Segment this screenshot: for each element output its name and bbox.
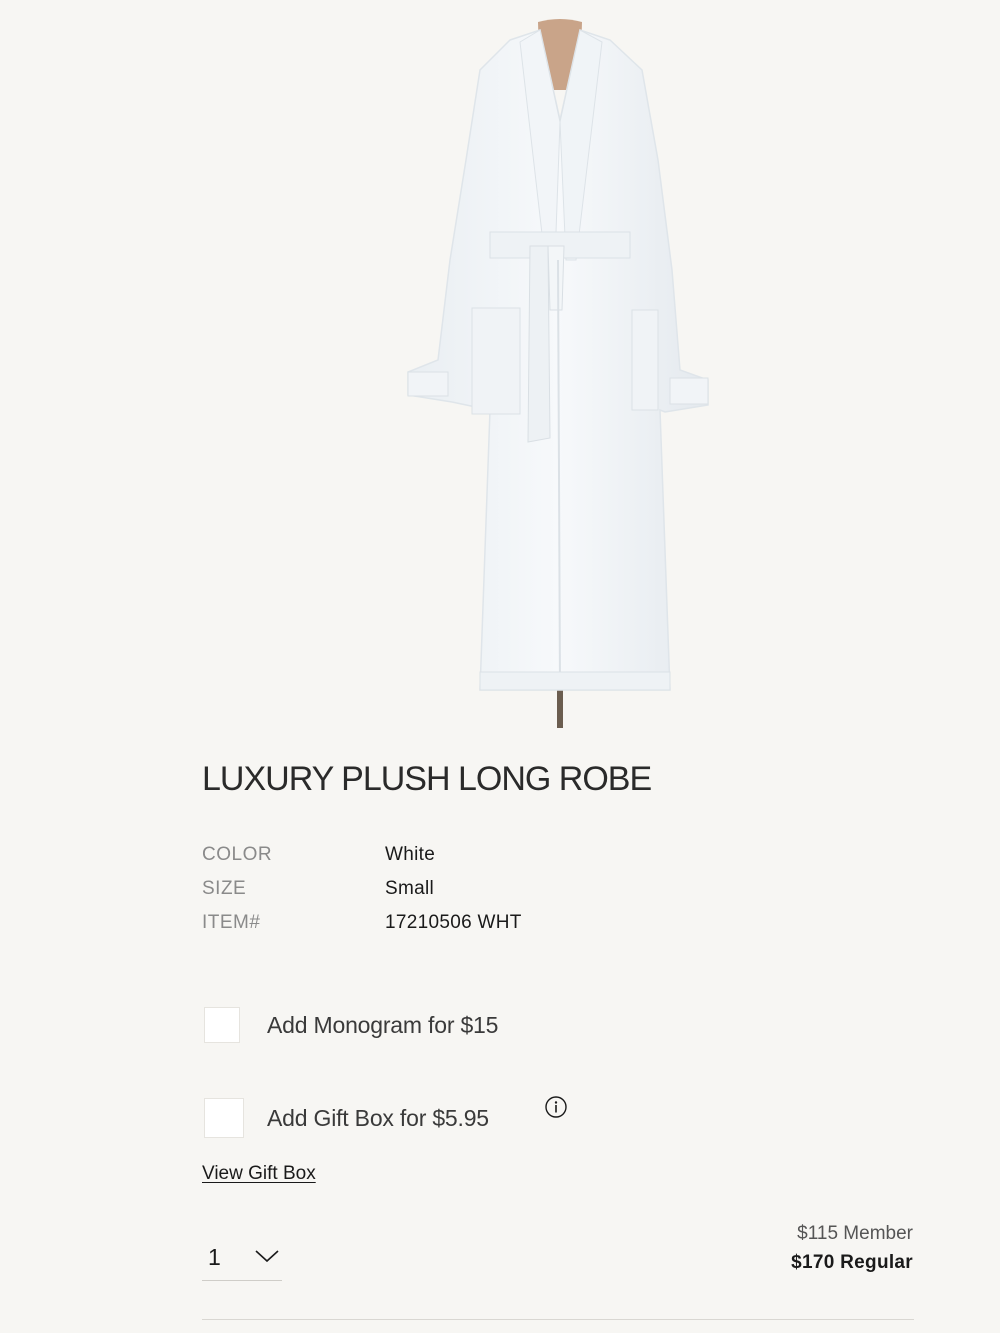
monogram-option: Add Monogram for $15 — [204, 1007, 498, 1043]
monogram-checkbox[interactable] — [204, 1007, 240, 1043]
quantity-value: 1 — [208, 1243, 221, 1270]
member-price: $115 Member — [797, 1223, 913, 1244]
product-title: LUXURY PLUSH LONG ROBE — [202, 760, 652, 798]
gift-box-option: Add Gift Box for $5.95 — [204, 1098, 489, 1138]
spec-row-item: ITEM# 17210506 WHT — [202, 906, 522, 940]
regular-price: $170 Regular — [791, 1252, 913, 1273]
chevron-down-icon — [255, 1250, 279, 1263]
product-image — [380, 10, 740, 730]
gift-box-label: Add Gift Box for $5.95 — [267, 1104, 489, 1131]
monogram-label: Add Monogram for $15 — [267, 1011, 499, 1038]
spec-value: Small — [385, 878, 435, 899]
divider — [202, 1319, 914, 1320]
spec-value: White — [385, 844, 436, 865]
spec-row-size: SIZE Small — [202, 872, 522, 906]
spec-label: SIZE — [202, 878, 247, 899]
spec-value: 17210506 WHT — [385, 912, 522, 933]
spec-label: ITEM# — [202, 912, 261, 933]
gift-box-checkbox[interactable] — [204, 1098, 244, 1138]
info-icon[interactable] — [545, 1096, 567, 1118]
spec-label: COLOR — [202, 844, 273, 865]
product-specs: COLOR White SIZE Small ITEM# 17210506 WH… — [202, 838, 522, 940]
spec-row-color: COLOR White — [202, 838, 522, 872]
price-block: $115 Member $170 Regular — [791, 1220, 913, 1278]
view-gift-box-link[interactable]: View Gift Box — [202, 1163, 316, 1185]
quantity-select[interactable]: 1 — [202, 1234, 282, 1281]
